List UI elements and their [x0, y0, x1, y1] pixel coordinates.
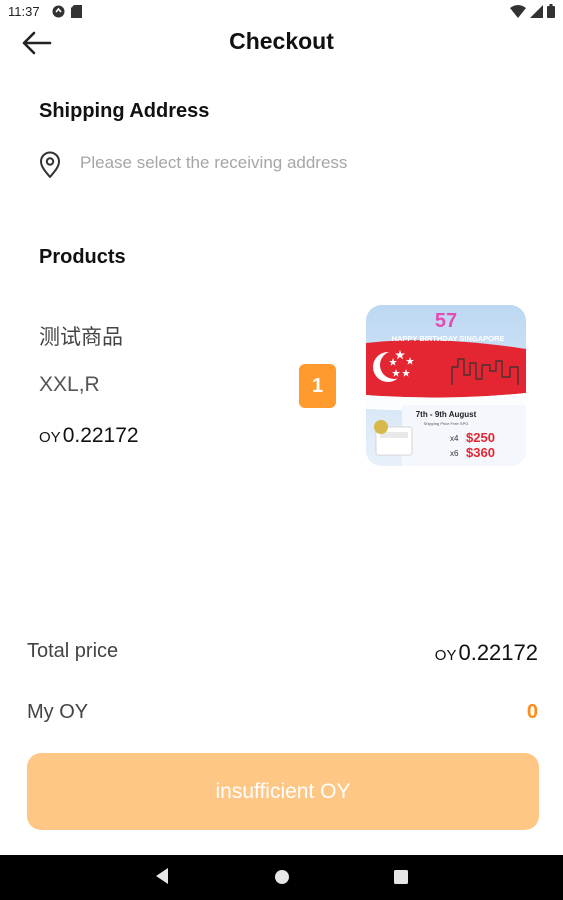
- battery-icon: [547, 4, 555, 18]
- wifi-icon: [510, 5, 526, 18]
- total-price-label: Total price: [27, 640, 119, 662]
- poster-offer-price-1: $250: [466, 430, 495, 445]
- products-section-title: Products: [39, 246, 126, 268]
- checkout-screen: 11:37 Checkout Shipping Address Please s…: [0, 0, 563, 900]
- quantity-badge: 1: [299, 364, 336, 408]
- poster-dates: 7th - 9th August: [416, 410, 477, 419]
- poster-offer-price-2: $360: [466, 445, 495, 460]
- address-selector[interactable]: Please select the receiving address: [38, 148, 518, 182]
- system-nav-bar: [0, 855, 563, 900]
- product-price-value: 0.22172: [62, 424, 139, 447]
- sync-icon: [52, 5, 65, 18]
- triangle-back-icon[interactable]: [154, 867, 170, 885]
- product-currency: OY: [39, 429, 61, 446]
- product-image[interactable]: 57 HAPPY BIRTHDAY SINGAPORE 7th - 9th Au…: [366, 305, 526, 466]
- product-poster: 57 HAPPY BIRTHDAY SINGAPORE 7th - 9th Au…: [366, 305, 526, 466]
- total-amount: 0.22172: [458, 640, 538, 665]
- location-pin-icon: [40, 151, 60, 178]
- address-placeholder: Please select the receiving address: [80, 153, 348, 172]
- total-currency: OY: [434, 647, 457, 664]
- poster-headline: 57: [435, 310, 457, 332]
- status-bar: 11:37: [0, 0, 563, 24]
- poster-offer-qty-1: x4: [450, 434, 459, 443]
- product-price: OY0.22172: [39, 424, 139, 448]
- product-name: 测试商品: [39, 326, 123, 349]
- square-recents-icon[interactable]: [393, 869, 409, 885]
- signal-icon: [530, 5, 543, 18]
- status-time: 11:37: [8, 4, 40, 19]
- poster-banner: HAPPY BIRTHDAY SINGAPORE: [392, 334, 505, 343]
- poster-note: Shipping Price Free SPG: [424, 421, 469, 426]
- poster-offer-qty-2: x6: [450, 449, 459, 458]
- page-title: Checkout: [229, 28, 334, 54]
- my-oy-value: 0: [526, 701, 538, 723]
- sd-card-icon: [71, 5, 82, 18]
- shipping-section-title: Shipping Address: [39, 100, 210, 122]
- total-price-value: OY0.22172: [435, 640, 538, 666]
- my-oy-label: My OY: [27, 701, 89, 723]
- circle-home-icon[interactable]: [273, 868, 291, 886]
- insufficient-oy-button[interactable]: insufficient OY: [27, 753, 539, 830]
- product-spec: XXL,R: [39, 373, 100, 396]
